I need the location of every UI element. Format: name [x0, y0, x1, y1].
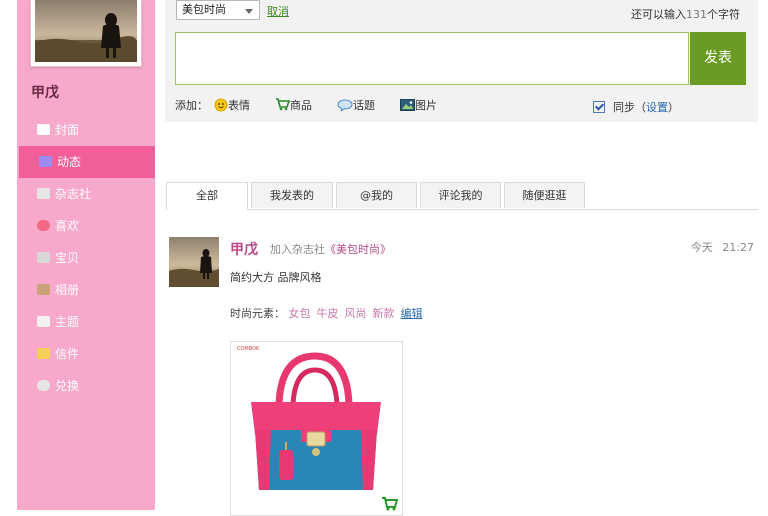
feed-time: 21:27 [722, 241, 754, 254]
edit-tags-link[interactable]: 编辑 [401, 307, 423, 320]
add-label: 添加： [175, 99, 208, 112]
sidebar-item-label: 杂志社 [55, 187, 92, 201]
feed-tabs: 全部 我发表的 @我的 评论我的 随便逛逛 [166, 182, 758, 210]
sync-label: 同步（ [613, 101, 646, 114]
char-counter: 还可以输入131个字符 [631, 6, 740, 22]
char-counter-prefix: 还可以输入 [631, 8, 686, 21]
theme-icon [37, 316, 50, 327]
category-select-value: 美包时尚 [182, 3, 226, 16]
sidebar-item-feed[interactable]: 动态 [19, 146, 155, 178]
add-topic-button[interactable]: 话题 [337, 97, 375, 113]
feed-avatar-image [169, 237, 219, 287]
emoji-icon [214, 98, 228, 112]
cart-icon [37, 252, 50, 263]
feed-timestamp: 今天 21:27 [691, 239, 754, 255]
feed-avatar[interactable] [169, 237, 219, 287]
char-counter-count: 131 [686, 8, 707, 21]
feed-action-text: 加入杂志社 [270, 243, 325, 256]
add-emoji-label: 表情 [228, 99, 250, 112]
sidebar-item-label: 封面 [55, 123, 80, 137]
tags-label: 时尚元素： [230, 307, 285, 320]
sidebar: 甲戊 封面 动态 杂志社 喜欢 宝贝 相册 主题 信件 兑换 [0, 0, 158, 510]
sidebar-item-label: 喜欢 [55, 219, 80, 233]
sidebar-item-exchange[interactable]: 兑换 [17, 370, 155, 402]
chevron-down-icon [245, 9, 253, 14]
feed-description: 简约大方 品牌风格 [230, 271, 322, 284]
sidebar-item-label: 动态 [57, 155, 82, 169]
avatar-image [35, 0, 137, 62]
handbag-image [251, 352, 381, 490]
album-icon [37, 284, 50, 295]
tag-link[interactable]: 新款 [373, 307, 395, 320]
add-image-label: 图片 [415, 99, 437, 112]
sync-settings-link[interactable]: 设置 [646, 101, 668, 114]
sidebar-item-likes[interactable]: 喜欢 [17, 210, 155, 242]
feed-icon [39, 156, 52, 167]
post-button[interactable]: 发表 [690, 32, 746, 85]
heart-icon [37, 220, 50, 231]
sidebar-item-label: 信件 [55, 347, 80, 361]
sidebar-item-theme[interactable]: 主题 [17, 306, 155, 338]
add-product-button[interactable]: 商品 [275, 97, 312, 113]
tag-link[interactable]: 女包 [289, 307, 311, 320]
add-to-cart-icon[interactable] [381, 497, 399, 511]
add-image-button[interactable]: 图片 [400, 97, 437, 113]
sidebar-item-items[interactable]: 宝贝 [17, 242, 155, 274]
cancel-link[interactable]: 取消 [267, 3, 289, 19]
sidebar-item-mail[interactable]: 信件 [17, 338, 155, 370]
sidebar-item-album[interactable]: 相册 [17, 274, 155, 306]
sync-checkbox[interactable] [593, 101, 605, 113]
add-topic-label: 话题 [353, 99, 375, 112]
profile-avatar[interactable] [30, 0, 142, 67]
feed-action: 加入杂志社《美包时尚》 [270, 241, 391, 257]
exchange-icon [37, 380, 50, 391]
magazine-icon [37, 188, 50, 199]
feed-magazine-link[interactable]: 《美包时尚》 [325, 243, 391, 256]
sidebar-item-label: 兑换 [55, 379, 80, 393]
product-card[interactable]: COMBOK [230, 341, 403, 516]
mail-icon [37, 348, 50, 359]
tag-link[interactable]: 牛皮 [317, 307, 339, 320]
sync-option: 同步（设置） [593, 99, 679, 115]
tag-link[interactable]: 风尚 [345, 307, 367, 320]
sidebar-item-label: 主题 [55, 315, 80, 329]
sync-label-close: ） [668, 101, 679, 114]
profile-name: 甲戊 [31, 85, 59, 101]
tab-comments[interactable]: 评论我的 [420, 182, 501, 208]
category-select[interactable]: 美包时尚 [176, 0, 260, 20]
sidebar-item-label: 相册 [55, 283, 80, 297]
post-text-input[interactable] [175, 32, 689, 85]
sidebar-item-label: 宝贝 [55, 251, 80, 265]
feed-username[interactable]: 甲戊 [230, 239, 258, 259]
sidebar-nav: 封面 动态 杂志社 喜欢 宝贝 相册 主题 信件 兑换 [17, 114, 155, 402]
tab-my-posts[interactable]: 我发表的 [251, 182, 333, 208]
sidebar-item-cover[interactable]: 封面 [17, 114, 155, 146]
tab-all[interactable]: 全部 [166, 182, 248, 210]
feed-tags: 时尚元素： 女包 牛皮 风尚 新款 编辑 [230, 305, 423, 321]
feed-date: 今天 [690, 241, 713, 254]
image-icon [400, 99, 415, 111]
tab-browse[interactable]: 随便逛逛 [504, 182, 585, 208]
char-counter-suffix: 个字符 [707, 8, 740, 21]
tab-mentions[interactable]: @我的 [336, 182, 417, 208]
add-product-label: 商品 [290, 99, 312, 112]
cart-icon [276, 98, 291, 111]
sidebar-item-magazine[interactable]: 杂志社 [17, 178, 155, 210]
add-emoji-button[interactable]: 表情 [214, 97, 250, 113]
speech-bubble-icon [337, 99, 353, 113]
home-icon [37, 124, 50, 135]
